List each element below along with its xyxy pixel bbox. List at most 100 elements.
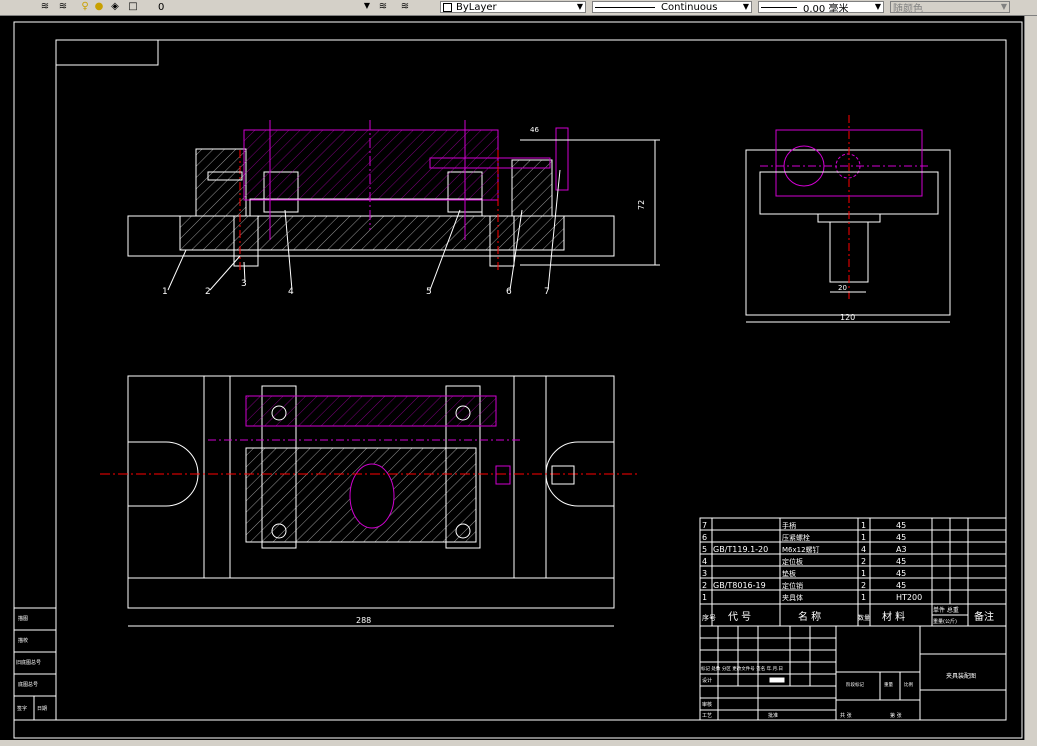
- bom-cell-no: 2: [702, 581, 707, 590]
- side-label-5: 日期: [37, 706, 47, 712]
- bom-cell-qty: 2: [861, 581, 866, 590]
- dim-small2: 46: [530, 126, 539, 134]
- front-view: 1 2 3 4 5 6 7 72 46: [127, 120, 660, 297]
- bom-cell-no: 4: [702, 557, 707, 566]
- lineweight-sample: [761, 6, 797, 8]
- bom-cell-qty: 1: [861, 521, 866, 530]
- title-block-text: 夹具装配图 标记 处数 分区 更改文件号 签名 年.月.日 设计 审核 工艺 批…: [701, 665, 976, 719]
- drawing-name: 夹具装配图: [946, 672, 976, 680]
- title-stage: 阶段标记: [846, 681, 864, 688]
- bom-cell-no: 6: [702, 533, 707, 542]
- chevron-down-icon: ▼: [576, 2, 583, 11]
- dim-small: 20: [838, 284, 847, 292]
- part-label-7: 7: [544, 287, 550, 297]
- part-label-4: 4: [288, 287, 294, 297]
- chevron-down-icon: ▼: [1000, 2, 1007, 11]
- bom-cell-material: HT200: [896, 593, 922, 602]
- side-label-3: 底图总号: [18, 681, 38, 688]
- title-weight: 重量: [884, 681, 893, 688]
- bom-header-weight-bot: 重量(公斤): [933, 618, 957, 625]
- lightbulb-icon[interactable]: ♀: [78, 1, 92, 13]
- bom-header-weight-top: 单件 总重: [933, 606, 959, 614]
- bom-cell-material: 45: [896, 569, 906, 578]
- lineweight-dropdown[interactable]: 0.00 毫米 ▼: [758, 1, 884, 13]
- title-sheet-no: 第 张: [890, 712, 902, 719]
- color-dropdown[interactable]: ByLayer ▼: [440, 1, 586, 13]
- bom-cell-material: 45: [896, 533, 906, 542]
- side-block: 描图 描校 旧底图总号 底图总号 签字 日期: [13, 607, 57, 721]
- bom-cell-name: 定位板: [782, 557, 803, 566]
- horizontal-scrollbar[interactable]: [0, 740, 1037, 746]
- bom-cell-qty: 1: [861, 569, 866, 578]
- color-value: ByLayer: [456, 1, 497, 13]
- bom-cell-no: 5: [702, 545, 707, 554]
- bom-cell-qty: 1: [861, 593, 866, 602]
- side-view: 120 20: [745, 115, 951, 323]
- layer-state-icon[interactable]: ≋: [56, 1, 70, 13]
- bom-cell-no: 3: [702, 569, 707, 578]
- bom-cell-code: GB/T8016-19: [713, 581, 766, 590]
- title-sheet-total: 共 张: [840, 712, 852, 719]
- bom-cell-name: 垫板: [782, 569, 796, 578]
- bom-cell-material: 45: [896, 521, 906, 530]
- bom-cell-name: 定位销: [782, 581, 803, 590]
- bom-cell-name: 夹具体: [782, 593, 803, 602]
- bom-cell-qty: 4: [861, 545, 866, 554]
- vertical-scrollbar[interactable]: [1024, 16, 1037, 740]
- part-label-3: 3: [241, 279, 247, 289]
- bom-cell-no: 7: [702, 521, 707, 530]
- bom-cell-qty: 1: [861, 533, 866, 542]
- dim-height: 72: [637, 200, 646, 210]
- dim-length: 288: [356, 616, 371, 625]
- bom-cell-no: 1: [702, 593, 707, 602]
- part-label-5: 5: [426, 287, 432, 297]
- sun-icon[interactable]: ●: [92, 1, 106, 13]
- bom-header-code: 代 号: [728, 611, 751, 623]
- layer-previous-icon[interactable]: ≋: [398, 1, 412, 13]
- lineweight-value: 0.00 毫米: [803, 3, 849, 13]
- side-label-1: 描校: [18, 637, 28, 644]
- title-check: 审核: [702, 701, 712, 708]
- bom-header-name: 名 称: [798, 610, 821, 623]
- chevron-down-icon: ▼: [874, 2, 881, 11]
- make-layer-current-icon[interactable]: ≋: [376, 1, 390, 13]
- top-view: 288: [100, 375, 640, 627]
- side-label-0: 描图: [18, 615, 28, 622]
- linetype-sample: [595, 6, 655, 8]
- plotstyle-value: 随颜色: [893, 3, 923, 13]
- side-label-2: 旧底图总号: [16, 659, 41, 666]
- title-scale: 比例: [904, 681, 913, 688]
- properties-toolbar: ≋ ≋ ♀ ● ◈ □ 0 ▼ ≋ ≋ ByLayer ▼ Continuous…: [0, 0, 1037, 16]
- drawing-canvas[interactable]: 1 2 3 4 5 6 7 72 46 120 20 288 描图 描校 旧底图…: [0, 16, 1024, 740]
- title-process: 工艺: [702, 713, 712, 719]
- cad-drawing: 1 2 3 4 5 6 7 72 46 120 20 288 描图 描校 旧底图…: [13, 21, 1023, 739]
- side-label-4: 签字: [17, 705, 27, 712]
- bom-cell-qty: 2: [861, 557, 866, 566]
- title-approve: 批准: [768, 712, 778, 719]
- sheet-outer-border: [13, 21, 1023, 739]
- chevron-down-icon: ▼: [742, 2, 749, 11]
- bom-header-no: 序号: [702, 613, 716, 622]
- plotstyle-dropdown[interactable]: 随颜色 ▼: [890, 1, 1010, 13]
- bom-cell-material: 45: [896, 557, 906, 566]
- bom-cell-name: M6x12螺钉: [782, 545, 820, 554]
- part-label-2: 2: [205, 287, 211, 297]
- lock-icon[interactable]: ◈: [108, 1, 122, 13]
- linetype-dropdown[interactable]: Continuous ▼: [592, 1, 752, 13]
- bom-cell-material: 45: [896, 581, 906, 590]
- color-swatch-icon: [443, 2, 452, 12]
- dim-width-side: 120: [840, 313, 855, 322]
- bom-cell-code: GB/T119.1-20: [713, 545, 768, 554]
- bom-cell-name: 压紧螺栓: [782, 533, 810, 542]
- code-box: [55, 39, 159, 66]
- bom-cell-material: A3: [896, 545, 907, 554]
- bom-table: [699, 517, 1007, 627]
- bom-header-remark: 备注: [974, 610, 994, 623]
- layer-manager-icon[interactable]: ≋: [38, 1, 52, 13]
- layer-dropdown[interactable]: 0 ▼: [142, 1, 372, 13]
- linetype-value: Continuous: [661, 1, 718, 13]
- bom-cell-name: 手柄: [782, 521, 796, 530]
- chevron-down-icon: ▼: [363, 1, 370, 10]
- part-label-1: 1: [162, 287, 168, 297]
- color-square-icon[interactable]: □: [126, 1, 140, 13]
